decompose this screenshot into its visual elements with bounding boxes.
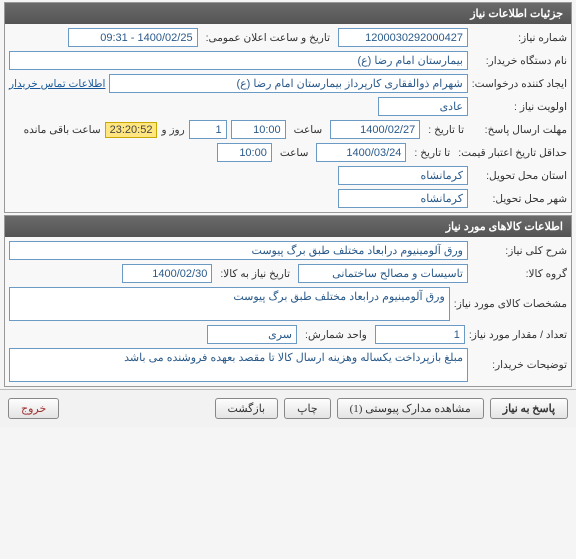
need-date-value[interactable]: 1400/02/30: [122, 264, 212, 283]
priority-value[interactable]: عادی: [378, 97, 468, 116]
min-valid-label: حداقل تاریخ اعتبار قیمت:: [458, 147, 567, 159]
need-number-value[interactable]: 1200030292000427: [338, 28, 468, 47]
deadline-time[interactable]: 10:00: [231, 120, 286, 139]
button-bar: پاسخ به نیاز مشاهده مدارک پیوستی (1) چاپ…: [0, 389, 576, 427]
buyer-label: نام دستگاه خریدار:: [472, 55, 567, 67]
notes-label: توضیحات خریدار:: [472, 359, 567, 371]
deadline-label: مهلت ارسال پاسخ:: [472, 124, 567, 136]
view-attachments-button[interactable]: مشاهده مدارک پیوستی (1): [337, 398, 484, 419]
goods-info-section: اطلاعات کالاهای مورد نیاز شرح کلی نیاز: …: [4, 215, 572, 387]
days-label: روز و: [161, 124, 184, 136]
notes-value[interactable]: مبلغ بازپرداخت یکساله وهزینه ارسال کالا …: [9, 348, 468, 382]
qty-value[interactable]: 1: [375, 325, 465, 344]
min-valid-date[interactable]: 1400/03/24: [316, 143, 406, 162]
deadline-date[interactable]: 1400/02/27: [330, 120, 420, 139]
need-info-section: جزئیات اطلاعات نیاز شماره نیاز: 12000302…: [4, 2, 572, 213]
time-label-1: ساعت: [290, 124, 327, 136]
group-value[interactable]: تاسیسات و مصالح ساختمانی: [298, 264, 468, 283]
city-label: شهر محل تحویل:: [472, 193, 567, 205]
buyer-contact-link[interactable]: اطلاعات تماس خریدار: [9, 78, 105, 90]
countdown-timer: 23:20:52: [105, 122, 158, 138]
specs-value[interactable]: ورق آلومینیوم درابعاد مختلف طبق برگ پیوس…: [9, 287, 450, 321]
days-value[interactable]: 1: [189, 120, 227, 139]
buyer-value[interactable]: بیمارستان امام رضا (ع): [9, 51, 468, 70]
min-valid-time[interactable]: 10:00: [217, 143, 272, 162]
province-value[interactable]: کرمانشاه: [338, 166, 468, 185]
print-button[interactable]: چاپ: [284, 398, 331, 419]
need-date-label: تاریخ نیاز به کالا:: [216, 268, 294, 280]
specs-label: مشخصات کالای مورد نیاز:: [454, 298, 567, 310]
empty-area: [0, 427, 576, 492]
back-button[interactable]: بازگشت: [215, 398, 279, 419]
exit-button[interactable]: خروج: [8, 398, 59, 419]
remaining-label: ساعت باقی مانده: [24, 124, 101, 136]
announce-value[interactable]: 1400/02/25 - 09:31: [68, 28, 198, 47]
creator-value[interactable]: شهرام ذوالفقاری کارپرداز بیمارستان امام …: [109, 74, 467, 93]
to-date-label: تا تاریخ :: [424, 124, 468, 136]
qty-label: تعداد / مقدار مورد نیاز:: [469, 329, 567, 341]
respond-button[interactable]: پاسخ به نیاز: [490, 398, 568, 419]
group-label: گروه کالا:: [472, 268, 567, 280]
to-date-label-2: تا تاریخ :: [410, 147, 454, 159]
title-value[interactable]: ورق آلومینیوم درابعاد مختلف طبق برگ پیوس…: [9, 241, 468, 260]
goods-info-header: اطلاعات کالاهای مورد نیاز: [5, 216, 571, 237]
title-label: شرح کلی نیاز:: [472, 245, 567, 257]
province-label: استان محل تحویل:: [472, 170, 567, 182]
announce-label: تاریخ و ساعت اعلان عمومی:: [202, 32, 334, 44]
time-label-2: ساعت: [276, 147, 313, 159]
city-value[interactable]: کرمانشاه: [338, 189, 468, 208]
unit-value[interactable]: سری: [207, 325, 297, 344]
need-number-label: شماره نیاز:: [472, 32, 567, 44]
need-info-header: جزئیات اطلاعات نیاز: [5, 3, 571, 24]
priority-label: اولویت نیاز :: [472, 101, 567, 113]
creator-label: ایجاد کننده درخواست:: [472, 78, 567, 90]
unit-label: واحد شمارش:: [301, 329, 371, 341]
